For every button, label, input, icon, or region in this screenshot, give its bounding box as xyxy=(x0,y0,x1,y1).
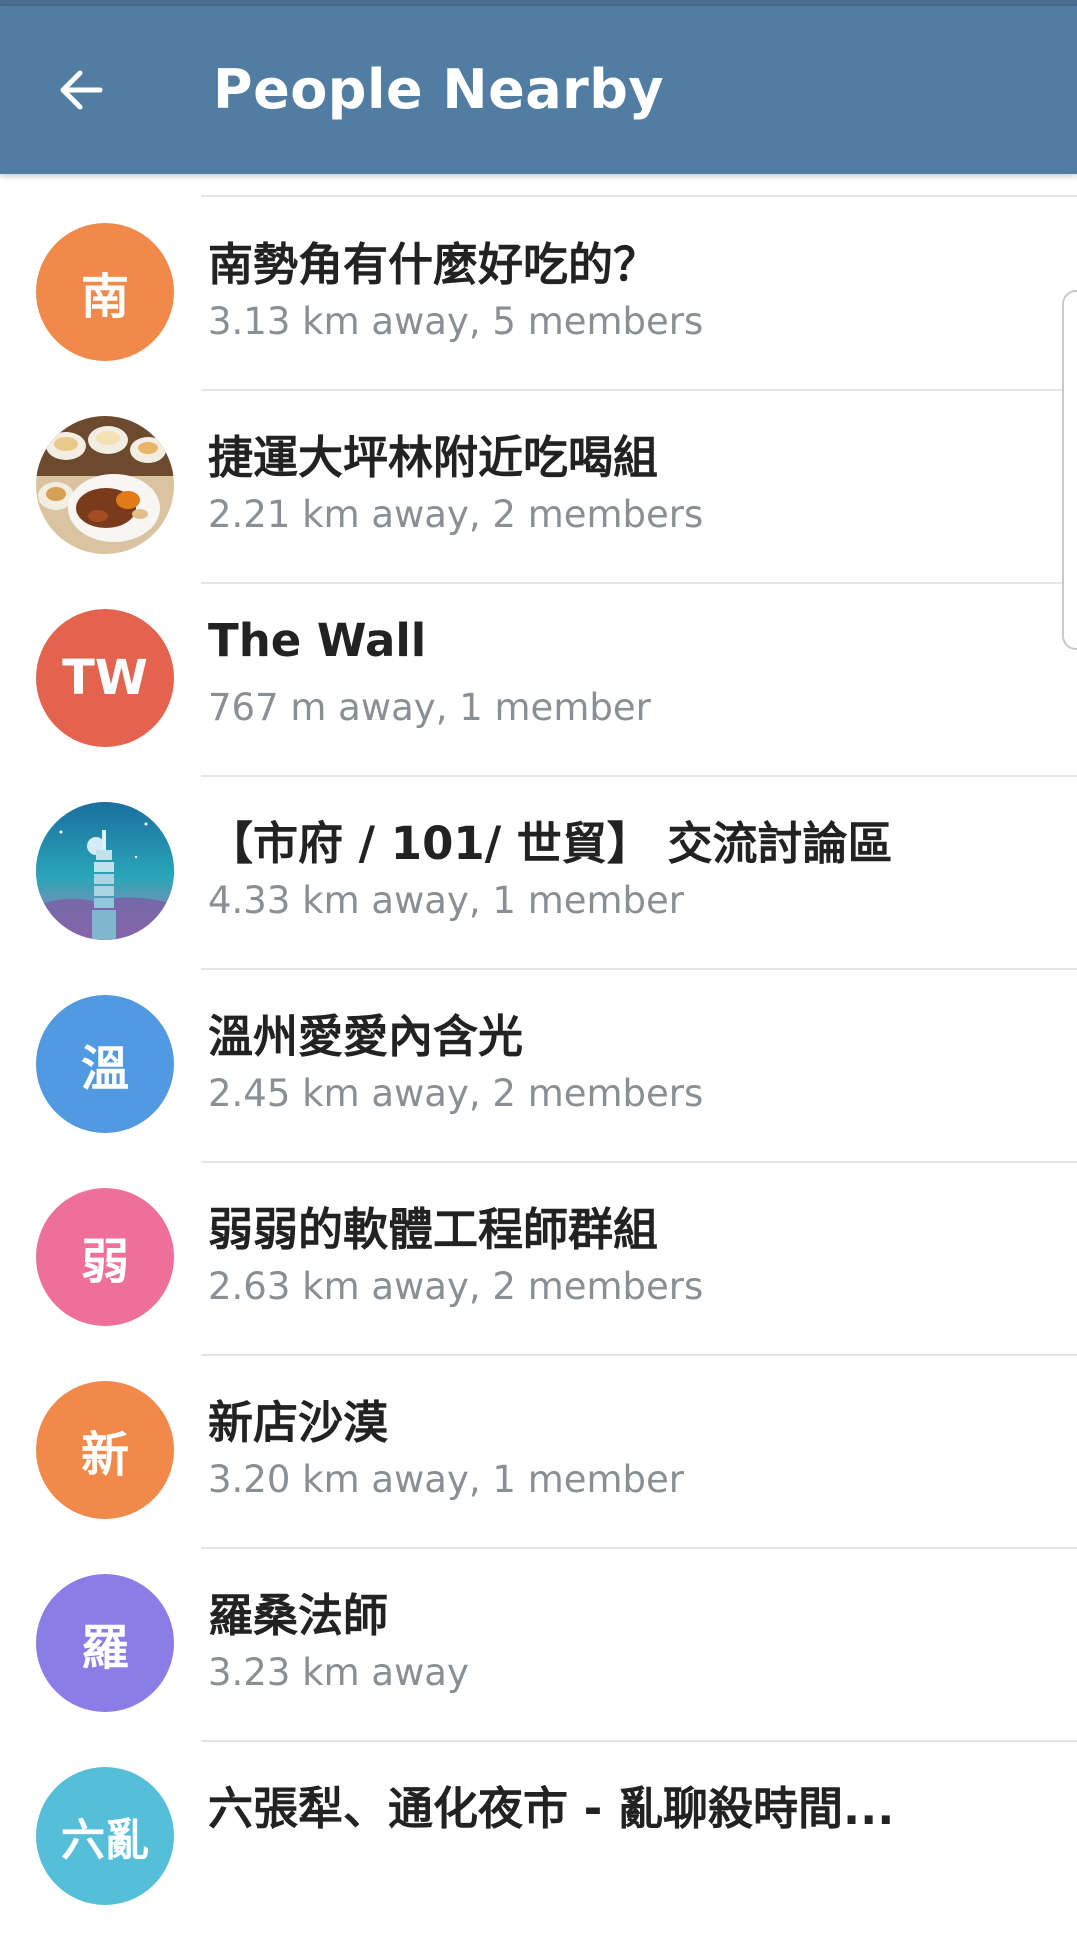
app-bar: People Nearby xyxy=(0,6,1077,174)
group-title: 弱弱的軟體工程師群組 xyxy=(208,1203,659,1256)
group-title: 羅桑法師 xyxy=(208,1589,389,1642)
taipei-101-icon xyxy=(36,802,174,940)
avatar: 新 xyxy=(36,1381,174,1519)
avatar xyxy=(36,802,174,940)
list-item[interactable]: 羅 羅桑法師 3.23 km away xyxy=(0,1549,1077,1742)
list-top-divider xyxy=(201,195,1077,197)
avatar: TW xyxy=(36,609,174,747)
group-distance: 2.21 km away, 2 members xyxy=(208,493,704,536)
avatar: 六亂 xyxy=(36,1767,174,1905)
list-item[interactable]: TW The Wall 767 m away, 1 member xyxy=(0,584,1077,777)
back-button[interactable] xyxy=(40,50,120,130)
group-title: 六張犁、通化夜市 - 亂聊殺時間... xyxy=(208,1782,895,1835)
group-title: The Wall xyxy=(208,614,427,667)
avatar: 溫 xyxy=(36,995,174,1133)
avatar-initials: 六亂 xyxy=(61,1815,149,1866)
list-item[interactable]: 六亂 六張犁、通化夜市 - 亂聊殺時間... xyxy=(0,1742,1077,1935)
scrollbar-handle[interactable] xyxy=(1062,290,1077,650)
page-title: People Nearby xyxy=(213,58,665,121)
list-item[interactable]: 捷運大坪林附近吃喝組 2.21 km away, 2 members xyxy=(0,391,1077,584)
group-distance: 2.45 km away, 2 members xyxy=(208,1072,704,1115)
group-distance: 4.33 km away, 1 member xyxy=(208,879,685,922)
avatar-initials: 南 xyxy=(80,269,129,325)
avatar: 南 xyxy=(36,223,174,361)
avatar xyxy=(36,416,174,554)
group-distance: 767 m away, 1 member xyxy=(208,686,651,729)
group-distance: 2.63 km away, 2 members xyxy=(208,1265,704,1308)
list-item[interactable]: 新 新店沙漠 3.20 km away, 1 member xyxy=(0,1356,1077,1549)
avatar-initials: 溫 xyxy=(80,1041,129,1097)
arrow-left-icon xyxy=(60,70,103,110)
avatar-initials: TW xyxy=(62,650,148,706)
food-photo-icon xyxy=(36,416,174,554)
avatar-initials: 新 xyxy=(80,1427,129,1483)
group-title: 南勢角有什麼好吃的？ xyxy=(208,238,659,291)
list-item[interactable]: 溫 溫州愛愛內含光 2.45 km away, 2 members xyxy=(0,970,1077,1163)
avatar: 弱 xyxy=(36,1188,174,1326)
avatar: 羅 xyxy=(36,1574,174,1712)
avatar-initials: 弱 xyxy=(80,1234,129,1290)
avatar-initials: 羅 xyxy=(80,1620,129,1676)
list-item[interactable]: 【市府 / 101/ 世貿】 交流討論區 4.33 km away, 1 mem… xyxy=(0,777,1077,970)
list-item[interactable]: 弱 弱弱的軟體工程師群組 2.63 km away, 2 members xyxy=(0,1163,1077,1356)
group-title: 捷運大坪林附近吃喝組 xyxy=(208,431,659,484)
group-title: 【市府 / 101/ 世貿】 交流討論區 xyxy=(208,817,893,870)
group-title: 新店沙漠 xyxy=(208,1396,389,1449)
group-distance: 3.23 km away xyxy=(208,1651,469,1694)
group-title: 溫州愛愛內含光 xyxy=(208,1010,524,1063)
list-item[interactable]: 南 南勢角有什麼好吃的？ 3.13 km away, 5 members xyxy=(0,198,1077,391)
group-distance: 3.20 km away, 1 member xyxy=(208,1458,685,1501)
group-distance: 3.13 km away, 5 members xyxy=(208,300,704,343)
